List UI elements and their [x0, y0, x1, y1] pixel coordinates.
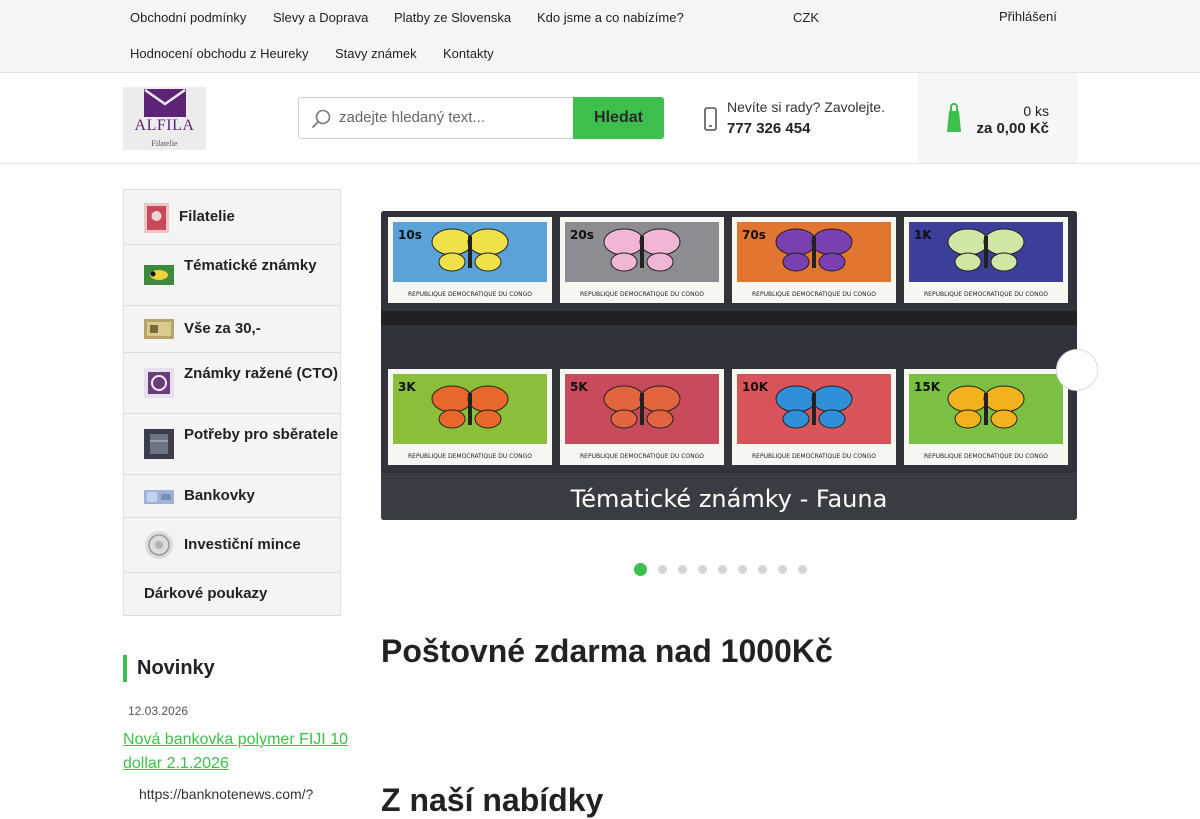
category-label: Dárkové poukazy: [144, 585, 268, 602]
currency-selector[interactable]: CZK: [789, 10, 822, 25]
logo-text: ALFILA: [134, 117, 195, 134]
nav-link-contacts[interactable]: Kontakty: [443, 46, 494, 61]
stamp-image: 5K REPUBLIQUE DEMOCRATIQUE DU CONGO: [560, 369, 724, 465]
carousel-dot[interactable]: [798, 565, 807, 574]
category-all-for-30[interactable]: Vše za 30,-: [124, 306, 340, 353]
stamp-value: 10K: [742, 380, 769, 394]
news-heading: Novinky: [123, 655, 215, 682]
envelope-icon: [144, 89, 186, 117]
nav-link-terms[interactable]: Obchodní podmínky: [130, 10, 246, 25]
carousel-dot[interactable]: [778, 565, 787, 574]
phone-number[interactable]: 777 326 454: [727, 120, 810, 137]
category-collector-supplies[interactable]: Potřeby pro sběratele: [124, 414, 340, 475]
carousel-dot[interactable]: [634, 563, 647, 576]
stamp-value: 5K: [570, 380, 588, 394]
category-thumb: [144, 490, 174, 504]
category-label: Potřeby pro sběratele: [184, 426, 339, 443]
login-link[interactable]: Přihlášení: [979, 9, 1057, 24]
carousel-dot[interactable]: [658, 565, 667, 574]
header: ALFILA Filatelie Hledat Nevíte si rady? …: [0, 73, 1200, 164]
category-label: Investiční mince: [184, 536, 301, 553]
carousel-dot[interactable]: [758, 565, 767, 574]
carousel-banner[interactable]: 10s REPUBLIQUE DEMOCRATIQUE DU CONGO 20s RE…: [381, 211, 1077, 520]
banner-image: 10s REPUBLIQUE DEMOCRATIQUE DU CONGO 20s RE…: [381, 211, 1077, 520]
news-date-text: 12.03.2026: [128, 704, 189, 718]
news-date: 12.03.2026: [123, 704, 188, 718]
stamp-country: REPUBLIQUE DEMOCRATIQUE DU CONGO: [408, 453, 532, 460]
banner-caption: Tématické známky - Fauna: [570, 485, 888, 513]
stamp-value: 15K: [914, 380, 941, 394]
stamp-country: REPUBLIQUE DEMOCRATIQUE DU CONGO: [580, 453, 704, 460]
cart-count: 0 ks: [1023, 103, 1049, 119]
stamp-value: 20s: [570, 228, 594, 242]
category-label: Známky ražené (CTO): [184, 365, 338, 382]
cart-widget[interactable]: 0 ks za 0,00 Kč: [918, 73, 1078, 163]
category-label: Filatelie: [179, 208, 235, 225]
carousel-dot[interactable]: [698, 565, 707, 574]
carousel-dot[interactable]: [718, 565, 727, 574]
stamp-image: 10K REPUBLIQUE DEMOCRATIQUE DU CONGO: [732, 369, 896, 465]
category-label: Bankovky: [184, 487, 255, 504]
stamp-country: REPUBLIQUE DEMOCRATIQUE DU CONGO: [924, 291, 1048, 298]
carousel-next-button[interactable]: [1056, 349, 1098, 391]
news-headline-link[interactable]: Nová bankovka polymer FIJI 10 dollar 2.1…: [123, 728, 353, 776]
stamp-value: 10s: [398, 228, 422, 242]
logo-subtitle: Filatelie: [151, 139, 178, 148]
category-thumb: [144, 319, 174, 339]
stamp-image: 15K REPUBLIQUE DEMOCRATIQUE DU CONGO: [904, 369, 1068, 465]
search-icon: [311, 109, 331, 129]
category-gift-vouchers[interactable]: Dárkové poukazy: [124, 573, 340, 615]
category-thumb: [145, 531, 173, 559]
stamp-value: 3K: [398, 380, 416, 394]
category-label: Vše za 30,-: [184, 320, 261, 337]
nav-link-heureka[interactable]: Hodnocení obchodu z Heureky: [130, 46, 309, 61]
search-input[interactable]: [339, 109, 564, 126]
stamp-country: REPUBLIQUE DEMOCRATIQUE DU CONGO: [752, 291, 876, 298]
category-menu: Filatelie Tématické známky Vše za 30,- Z…: [123, 189, 341, 616]
stamp-image: 10s REPUBLIQUE DEMOCRATIQUE DU CONGO: [388, 217, 552, 303]
nav-link-slovakia-payments[interactable]: Platby ze Slovenska: [394, 10, 511, 25]
stamp-image: 3K REPUBLIQUE DEMOCRATIQUE DU CONGO: [388, 369, 552, 465]
stamp-value: 70s: [742, 228, 766, 242]
category-cto-stamps[interactable]: Známky ražené (CTO): [124, 353, 340, 414]
stamp-image: 1K REPUBLIQUE DEMOCRATIQUE DU CONGO: [904, 217, 1068, 303]
category-label: Tématické známky: [184, 257, 317, 274]
stamp-value: 1K: [914, 228, 932, 242]
cart-total: za 0,00 Kč: [976, 120, 1049, 137]
currency-label: CZK: [793, 10, 819, 25]
nav-link-about[interactable]: Kdo jsme a co nabízíme?: [537, 10, 684, 25]
carousel-dot[interactable]: [738, 565, 747, 574]
stamp-country: REPUBLIQUE DEMOCRATIQUE DU CONGO: [924, 453, 1048, 460]
top-bar: Obchodní podmínky Slevy a Doprava Platby…: [0, 0, 1200, 73]
shopping-bag-icon: [947, 103, 961, 132]
category-thumb: [144, 203, 169, 233]
category-investment-coins[interactable]: Investiční mince: [124, 518, 340, 573]
nav-link-stamp-conditions[interactable]: Stavy známek: [335, 46, 417, 61]
search-box: [298, 97, 574, 139]
category-philately[interactable]: Filatelie: [124, 190, 340, 245]
stamp-image: 70s REPUBLIQUE DEMOCRATIQUE DU CONGO: [732, 217, 896, 303]
category-thumb: [144, 429, 174, 459]
nav-link-discounts[interactable]: Slevy a Doprava: [273, 10, 368, 25]
shipping-heading: Poštovné zdarma nad 1000Kč: [381, 633, 833, 669]
login-label: Přihlášení: [999, 9, 1057, 24]
category-banknotes[interactable]: Bankovky: [124, 475, 340, 518]
stamp-country: REPUBLIQUE DEMOCRATIQUE DU CONGO: [408, 291, 532, 298]
search-button[interactable]: Hledat: [573, 97, 664, 139]
stamp-country: REPUBLIQUE DEMOCRATIQUE DU CONGO: [752, 453, 876, 460]
phone-icon: [704, 107, 717, 131]
category-thumb: [144, 265, 174, 285]
logo[interactable]: ALFILA Filatelie: [123, 87, 206, 150]
category-thumb: [144, 368, 174, 398]
stamp-country: REPUBLIQUE DEMOCRATIQUE DU CONGO: [580, 291, 704, 298]
carousel-dot[interactable]: [678, 565, 687, 574]
stamp-image: 20s REPUBLIQUE DEMOCRATIQUE DU CONGO: [560, 217, 724, 303]
category-thematic-stamps[interactable]: Tématické známky: [124, 245, 340, 306]
help-text: Nevíte si rady? Zavolejte.: [727, 99, 885, 115]
offer-heading: Z naší nabídky: [381, 782, 604, 818]
